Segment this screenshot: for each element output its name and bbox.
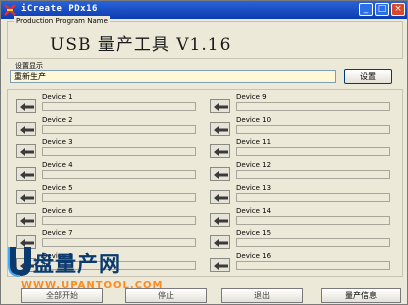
device-arrow-button[interactable] — [210, 167, 230, 182]
device-label: Device 2 — [42, 115, 73, 124]
device-arrow-button[interactable] — [210, 257, 230, 272]
device-label: Device 6 — [42, 206, 73, 215]
device-slot: Device 15 — [206, 229, 396, 251]
device-progress-bar — [42, 147, 196, 157]
device-arrow-button[interactable] — [210, 189, 230, 204]
left-arrow-icon — [214, 261, 228, 270]
device-slot: Device 4 — [12, 161, 202, 183]
left-arrow-icon — [214, 193, 228, 202]
left-arrow-icon — [20, 216, 34, 225]
device-progress-bar — [236, 170, 390, 180]
device-slot: Device 2 — [12, 116, 202, 138]
device-label: Device 4 — [42, 161, 73, 170]
close-button[interactable]: × — [391, 3, 405, 16]
device-arrow-button[interactable] — [210, 212, 230, 227]
device-arrow-button[interactable] — [16, 189, 36, 204]
device-label: Device 1 — [42, 93, 73, 101]
device-label: Device 13 — [236, 183, 272, 192]
device-slot: Device 14 — [206, 207, 396, 229]
left-arrow-icon — [20, 103, 34, 111]
device-slot: Device 9 — [206, 93, 396, 115]
device-label: Device 15 — [236, 229, 272, 238]
left-arrow-icon — [214, 148, 228, 157]
device-arrow-button[interactable] — [210, 99, 230, 113]
main-window: iCreate PDx16 _ □ × Production Program N… — [0, 0, 408, 305]
device-slot: Device 10 — [206, 116, 396, 138]
device-arrow-button[interactable] — [16, 121, 36, 136]
device-label: Device 3 — [42, 138, 73, 147]
device-slot: Device 13 — [206, 184, 396, 206]
production-group-label: Production Program Name — [14, 16, 110, 26]
window-title: iCreate PDx16 — [21, 4, 98, 14]
start-all-button[interactable]: 全部开始 — [21, 288, 103, 303]
device-slot: Device 11 — [206, 138, 396, 160]
device-arrow-button[interactable] — [210, 144, 230, 159]
device-slot: Device 3 — [12, 138, 202, 160]
device-arrow-button[interactable] — [16, 144, 36, 159]
device-slot: Device 16 — [206, 252, 396, 274]
device-progress-bar — [42, 124, 196, 134]
left-arrow-icon — [214, 216, 228, 225]
device-slot: Device 5 — [12, 184, 202, 206]
device-progress-bar — [42, 102, 196, 111]
program-banner: USB 量产工具 V1.16 — [50, 35, 232, 55]
left-arrow-icon — [20, 193, 34, 202]
device-label: Device 5 — [42, 183, 73, 192]
watermark-text: 盘量产网 — [33, 252, 121, 276]
minimize-button[interactable]: _ — [359, 3, 373, 16]
device-arrow-button[interactable] — [210, 121, 230, 136]
device-label: Device 11 — [236, 138, 272, 147]
device-progress-bar — [42, 215, 196, 225]
device-progress-bar — [236, 260, 390, 270]
left-arrow-icon — [20, 148, 34, 157]
left-arrow-icon — [214, 171, 228, 180]
device-label: Device 14 — [236, 206, 272, 215]
device-arrow-button[interactable] — [16, 167, 36, 182]
left-arrow-icon — [214, 239, 228, 248]
device-arrow-button[interactable] — [210, 235, 230, 250]
device-progress-bar — [42, 192, 196, 202]
device-progress-bar — [236, 102, 390, 111]
device-slot: Device 12 — [206, 161, 396, 183]
device-progress-bar — [236, 215, 390, 225]
device-slot: Device 6 — [12, 207, 202, 229]
left-arrow-icon — [214, 125, 228, 134]
left-arrow-icon — [214, 103, 228, 111]
device-label: Device 12 — [236, 161, 272, 170]
app-icon — [4, 4, 16, 16]
device-progress-bar — [236, 238, 390, 248]
device-arrow-button[interactable] — [16, 99, 36, 113]
device-slot: Device 1 — [12, 93, 202, 115]
settings-display-field: 重新生产 — [10, 70, 336, 83]
device-progress-bar — [42, 170, 196, 180]
device-progress-bar — [236, 192, 390, 202]
left-arrow-icon — [20, 171, 34, 180]
bottom-button-bar: 全部开始 停止 退出 量产信息 — [1, 287, 407, 304]
maximize-button[interactable]: □ — [375, 3, 389, 16]
device-label: Device 9 — [236, 93, 267, 101]
device-progress-bar — [236, 124, 390, 134]
device-progress-bar — [236, 147, 390, 157]
settings-button[interactable]: 设置 — [344, 69, 392, 84]
production-program-group: Production Program Name USB 量产工具 V1.16 — [7, 16, 403, 59]
device-arrow-button[interactable] — [16, 212, 36, 227]
production-info-button[interactable]: 量产信息 — [321, 288, 401, 303]
stop-button[interactable]: 停止 — [125, 288, 207, 303]
device-label: Device 16 — [236, 251, 272, 260]
left-arrow-icon — [20, 125, 34, 134]
exit-button[interactable]: 退出 — [221, 288, 303, 303]
device-label: Device 7 — [42, 229, 73, 238]
device-label: Device 10 — [236, 115, 272, 124]
